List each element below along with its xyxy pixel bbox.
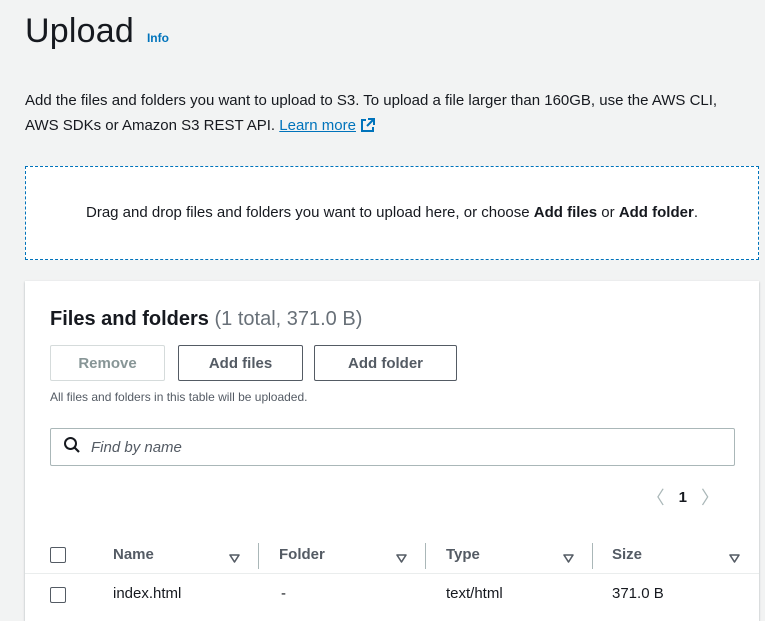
search-icon xyxy=(63,436,81,459)
learn-more-label: Learn more xyxy=(279,117,356,134)
column-divider[interactable] xyxy=(258,543,259,569)
chevron-right-icon[interactable]: 〉 xyxy=(693,484,727,510)
column-divider[interactable] xyxy=(592,543,593,569)
files-and-folders-panel: Files and folders (1 total, 371.0 B) Rem… xyxy=(25,281,759,621)
dropzone-text: Drag and drop files and folders you want… xyxy=(86,201,698,225)
info-link[interactable]: Info xyxy=(147,31,169,45)
chevron-left-icon[interactable]: 〈 xyxy=(639,484,673,510)
pagination: 〈 1 〉 xyxy=(639,484,727,510)
column-header-size[interactable]: Size xyxy=(612,546,642,563)
cell-name: index.html xyxy=(113,585,182,602)
page-description: Add the files and folders you want to up… xyxy=(25,88,750,141)
helper-text: All files and folders in this table will… xyxy=(50,390,308,404)
cell-type: text/html xyxy=(446,585,503,602)
select-all-checkbox[interactable] xyxy=(50,547,66,563)
panel-title-text: Files and folders xyxy=(50,308,209,330)
table-row[interactable]: index.html - text/html 371.0 B xyxy=(25,579,759,609)
remove-button[interactable]: Remove xyxy=(50,345,165,381)
external-link-icon xyxy=(360,116,375,141)
add-folder-button[interactable]: Add folder xyxy=(314,345,457,381)
page-title: Upload xyxy=(25,12,134,50)
column-header-type[interactable]: Type xyxy=(446,546,480,563)
dropzone-period: . xyxy=(693,204,698,221)
search-field[interactable] xyxy=(50,428,735,466)
learn-more-link[interactable]: Learn more xyxy=(279,117,375,134)
sort-down-icon[interactable] xyxy=(396,550,407,568)
panel-title: Files and folders (1 total, 371.0 B) xyxy=(50,308,362,331)
sort-down-icon[interactable] xyxy=(563,550,574,568)
dropzone-add-folder-text: Add folder xyxy=(618,204,694,221)
dropzone-add-files-text: Add files xyxy=(533,204,598,221)
column-header-folder[interactable]: Folder xyxy=(279,546,325,563)
table-header: Name Folder Type Size xyxy=(25,539,759,574)
column-header-name[interactable]: Name xyxy=(113,546,154,563)
cell-size: 371.0 B xyxy=(612,585,664,602)
row-checkbox[interactable] xyxy=(50,587,66,603)
files-count: (1 total, 371.0 B) xyxy=(214,308,363,330)
sort-down-icon[interactable] xyxy=(729,550,740,568)
dropzone-or-text: or xyxy=(597,204,619,221)
column-divider[interactable] xyxy=(425,543,426,569)
dropzone-instructions: Drag and drop files and folders you want… xyxy=(86,204,534,221)
file-dropzone[interactable]: Drag and drop files and folders you want… xyxy=(25,166,759,260)
search-input[interactable] xyxy=(89,437,693,457)
page-header: Upload Info xyxy=(25,12,169,51)
sort-down-icon[interactable] xyxy=(229,550,240,568)
cell-folder: - xyxy=(281,585,286,602)
page-number[interactable]: 1 xyxy=(673,489,693,506)
add-files-button[interactable]: Add files xyxy=(178,345,303,381)
